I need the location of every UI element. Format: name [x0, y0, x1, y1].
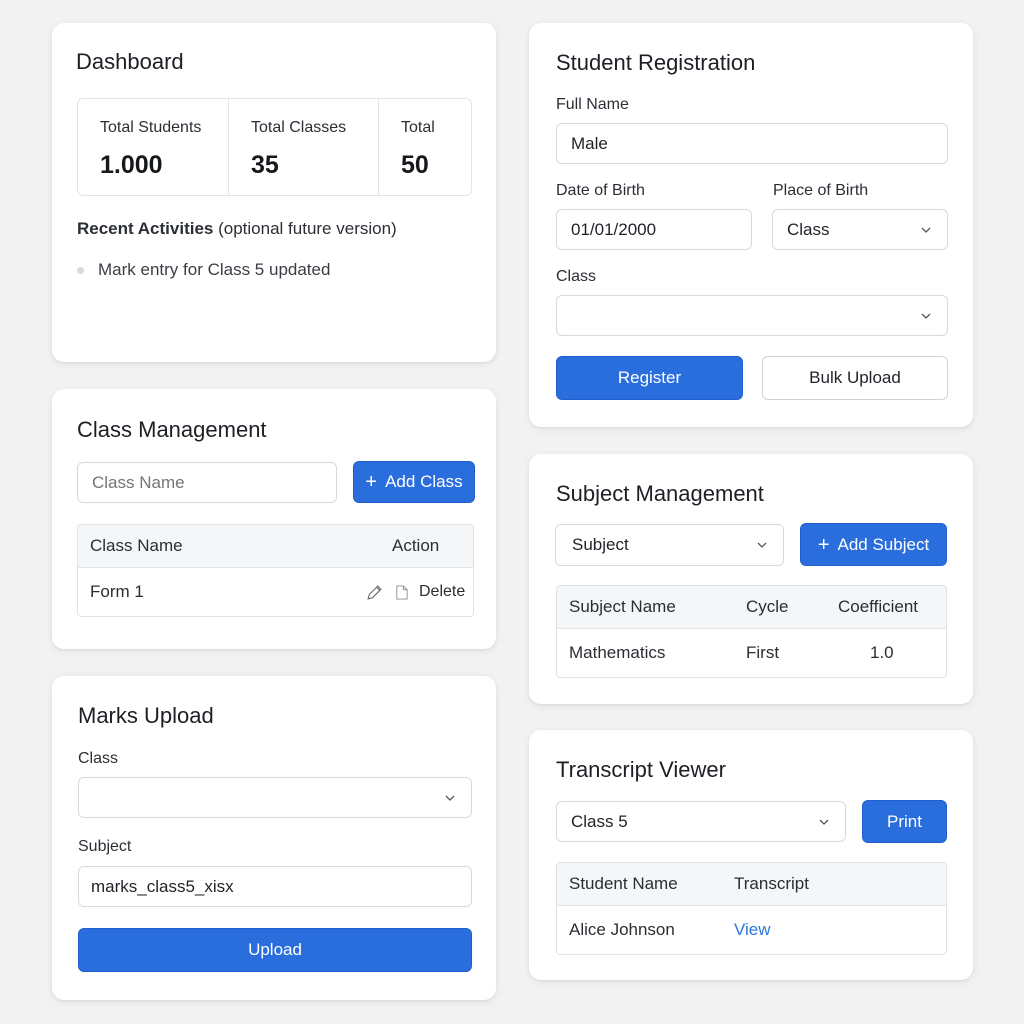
chevron-down-icon — [921, 227, 931, 233]
marks-upload-title: Marks Upload — [78, 703, 214, 728]
marks-class-label: Class — [78, 750, 119, 767]
table-header: Class Name Action — [78, 525, 473, 568]
transcript-class-value: Class 5 — [571, 811, 628, 831]
full-name-label: Full Name — [556, 96, 629, 113]
view-transcript-link[interactable]: View — [734, 920, 771, 940]
plus-icon: + — [365, 471, 378, 493]
stat-label: Total — [401, 119, 435, 136]
column-header: Student Name — [569, 874, 678, 893]
registration-title: Student Registration — [556, 50, 756, 75]
add-class-label: Add Class — [385, 472, 463, 491]
class-select[interactable] — [556, 295, 948, 336]
class-management-title: Class Management — [77, 417, 267, 442]
bullet-icon — [77, 266, 84, 274]
pob-select[interactable]: Class — [772, 209, 948, 250]
subject-select[interactable]: Subject — [555, 524, 784, 566]
transcript-class-select[interactable]: Class 5 — [556, 801, 846, 842]
chevron-down-icon — [445, 795, 455, 801]
stat-total: Total 50 — [379, 99, 471, 195]
full-name-input[interactable] — [556, 123, 948, 164]
pob-label: Place of Birth — [773, 182, 869, 199]
recent-activities-heading: Recent Activities (optional future versi… — [77, 219, 397, 239]
dashboard-title: Dashboard — [76, 49, 184, 74]
subject-name-cell: Mathematics — [569, 643, 666, 662]
class-table: Class Name Action Form 1 Delete — [77, 524, 474, 617]
dob-label: Date of Birth — [556, 182, 645, 199]
stat-total-classes: Total Classes 35 — [229, 99, 379, 195]
upload-button[interactable]: Upload — [78, 928, 472, 972]
subject-management-title: Subject Management — [556, 481, 764, 506]
bulk-upload-button[interactable]: Bulk Upload — [762, 356, 948, 400]
recent-activities-note: (optional future version) — [218, 219, 397, 238]
delete-link[interactable]: Delete — [419, 583, 465, 601]
column-header: Action — [392, 536, 440, 555]
chevron-down-icon — [757, 542, 767, 548]
table-header: Subject Name Cycle Coefficient — [557, 586, 946, 629]
register-button[interactable]: Register — [556, 356, 743, 400]
transcript-viewer-title: Transcript Viewer — [556, 757, 726, 782]
add-subject-label: Add Subject — [837, 534, 930, 554]
recent-activities-title: Recent Activities — [77, 219, 214, 238]
column-header: Cycle — [746, 597, 789, 616]
chevron-down-icon — [921, 313, 931, 319]
plus-icon: + — [817, 533, 830, 556]
print-button[interactable]: Print — [862, 800, 947, 843]
transcript-table: Student Name Transcript Alice Johnson Vi… — [556, 862, 947, 955]
add-subject-button[interactable]: + Add Subject — [800, 523, 947, 566]
marks-class-select[interactable] — [78, 777, 472, 818]
pob-select-value: Class — [787, 219, 830, 239]
student-name-cell: Alice Johnson — [569, 920, 675, 939]
column-header: Subject Name — [569, 597, 676, 616]
class-label: Class — [556, 268, 597, 285]
dob-input[interactable] — [556, 209, 752, 250]
activity-text: Mark entry for Class 5 updated — [98, 260, 331, 279]
activity-list-item: Mark entry for Class 5 updated — [77, 260, 330, 280]
column-header: Transcript — [734, 874, 809, 893]
dashboard-stats: Total Students 1.000 Total Classes 35 To… — [77, 98, 472, 196]
marks-subject-label: Subject — [78, 838, 132, 855]
table-row: Mathematics First 1.0 — [557, 629, 946, 677]
cycle-cell: First — [746, 643, 780, 662]
table-row: Form 1 Delete — [78, 568, 473, 616]
column-header: Class Name — [90, 536, 183, 555]
table-row: Alice Johnson View — [557, 906, 946, 954]
stat-value: 50 — [401, 151, 429, 179]
subject-table: Subject Name Cycle Coefficient Mathemati… — [556, 585, 947, 678]
subject-select-value: Subject — [572, 535, 629, 554]
stat-value: 1.000 — [100, 151, 163, 179]
stat-total-students: Total Students 1.000 — [78, 99, 229, 195]
class-name-cell: Form 1 — [90, 582, 144, 601]
pencil-icon[interactable] — [366, 584, 383, 601]
stat-label: Total Students — [100, 119, 202, 136]
column-header: Coefficient — [838, 597, 919, 616]
add-class-button[interactable]: + Add Class — [353, 461, 475, 503]
table-header: Student Name Transcript — [557, 863, 946, 906]
chevron-down-icon — [819, 819, 829, 825]
stat-label: Total Classes — [251, 119, 347, 136]
coefficient-cell: 1.0 — [870, 643, 894, 662]
class-name-input[interactable] — [77, 462, 337, 503]
marks-file-input[interactable] — [78, 866, 472, 907]
document-icon[interactable] — [394, 584, 409, 601]
stat-value: 35 — [251, 151, 279, 179]
